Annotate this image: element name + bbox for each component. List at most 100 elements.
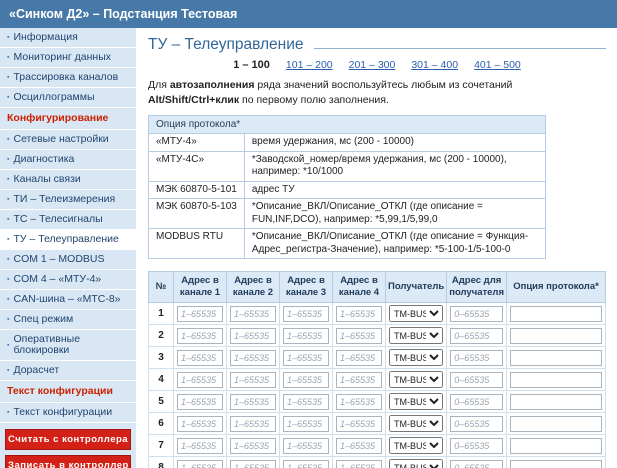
sidebar-item[interactable]: ▪ Мониторинг данных — [0, 48, 136, 69]
sidebar-section-header: Конфигурирование — [0, 108, 136, 131]
channel-4-address-input[interactable] — [336, 459, 382, 468]
read-from-controller-button[interactable]: Считать с контроллера — [5, 429, 131, 451]
channel-4-address-input[interactable] — [336, 393, 382, 410]
channel-1-address-input[interactable] — [177, 305, 223, 322]
pagination-link[interactable]: 301 – 400 — [411, 59, 458, 71]
sidebar-item[interactable]: ▪ Диагностика — [0, 150, 136, 171]
protocol-row: «МТУ-4» время удержания, мс (200 - 10000) — [148, 133, 547, 152]
protocol-option-input[interactable] — [510, 437, 602, 454]
channel-3-address-input[interactable] — [283, 349, 329, 366]
channel-4-address-input[interactable] — [336, 305, 382, 322]
recipient-address-input[interactable] — [450, 415, 504, 432]
channel-3-address-input[interactable] — [283, 437, 329, 454]
channel-2-address-input[interactable] — [230, 371, 276, 388]
sidebar-item-label: Информация — [13, 31, 78, 43]
recipient-address-input[interactable] — [450, 327, 504, 344]
channel-4-address-input[interactable] — [336, 371, 382, 388]
channel-2-address-input[interactable] — [230, 415, 276, 432]
protocol-option-input[interactable] — [510, 393, 602, 410]
channel-2-address-input[interactable] — [230, 349, 276, 366]
sidebar-item[interactable]: ▪ Каналы связи — [0, 170, 136, 191]
channel-3-address-input[interactable] — [283, 371, 329, 388]
sidebar-item[interactable]: ▪ Осциллограммы — [0, 88, 136, 109]
recipient-select[interactable]: ТМ-BUS — [389, 371, 444, 389]
channel-2-address-input[interactable] — [230, 437, 276, 454]
channel-4-address-input[interactable] — [336, 349, 382, 366]
recipient-address-input[interactable] — [450, 393, 504, 410]
protocol-option-input[interactable] — [510, 415, 602, 432]
recipient-address-input[interactable] — [450, 349, 504, 366]
protocol-option-input[interactable] — [510, 327, 602, 344]
recipient-select[interactable]: ТМ-BUS — [389, 349, 444, 367]
channel-3-address-input[interactable] — [283, 393, 329, 410]
column-header: Адрес в канале 1 — [173, 271, 227, 304]
channel-1-address-input[interactable] — [177, 371, 223, 388]
sidebar-item-label: ТУ – Телеуправление — [13, 233, 119, 246]
sidebar-item[interactable]: ▪ ТС – Телесигналы — [0, 210, 136, 231]
recipient-address-input[interactable] — [450, 371, 504, 388]
pagination-link[interactable]: 201 – 300 — [349, 59, 396, 71]
protocol-option-input[interactable] — [510, 459, 602, 468]
sidebar-item[interactable]: ▪ Сетевые настройки — [0, 130, 136, 151]
recipient-select[interactable]: ТМ-BUS — [389, 415, 444, 433]
protocol-option-input[interactable] — [510, 349, 602, 366]
autofill-hint: Для автозаполнения ряда значений восполь… — [148, 78, 588, 107]
sidebar-item[interactable]: ▪ CAN-шина – «МТС-8» — [0, 290, 136, 311]
channel-1-address-input[interactable] — [177, 327, 223, 344]
channel-1-address-input[interactable] — [177, 393, 223, 410]
recipient-select[interactable]: ТМ-BUS — [389, 459, 444, 468]
channel-2-address-input[interactable] — [230, 327, 276, 344]
channel-1-address-input[interactable] — [177, 459, 223, 468]
protocol-table-header: Опция протокола* — [148, 115, 546, 135]
sidebar-item[interactable]: ▪ ТИ – Телеизмерения — [0, 190, 136, 211]
page-title: ТУ – Телеуправление — [148, 36, 606, 54]
protocol-options-table: Опция протокола* «МТУ-4» время удержания,… — [148, 115, 547, 260]
sidebar-item[interactable]: ▪ ТУ – Телеуправление — [0, 230, 136, 251]
pagination: 1 – 100 101 – 200 201 – 300 301 – 400 401 – … — [148, 59, 606, 71]
protocol-row: MODBUS RTU *Описание_ВКЛ/Описание_ОТКЛ (г… — [148, 228, 547, 260]
protocol-option-input[interactable] — [510, 305, 602, 322]
channel-3-address-input[interactable] — [283, 415, 329, 432]
recipient-address-input[interactable] — [450, 437, 504, 454]
sidebar-item[interactable]: ▪ Информация — [0, 28, 136, 49]
pagination-link[interactable]: 101 – 200 — [286, 59, 333, 71]
channel-2-address-input[interactable] — [230, 393, 276, 410]
channel-3-address-input[interactable] — [283, 305, 329, 322]
sidebar-item[interactable]: ▪ Трассировка каналов — [0, 68, 136, 89]
channel-2-address-input[interactable] — [230, 459, 276, 468]
recipient-select[interactable]: ТМ-BUS — [389, 393, 444, 411]
channel-1-address-input[interactable] — [177, 415, 223, 432]
protocol-option-input[interactable] — [510, 371, 602, 388]
sidebar-item[interactable]: ▪ Текст конфигурации — [0, 403, 136, 424]
channel-1-address-input[interactable] — [177, 349, 223, 366]
hint-bold: автозаполнения — [169, 79, 255, 91]
sidebar-item[interactable]: ▪ COM 4 – «МТУ-4» — [0, 270, 136, 291]
pagination-link[interactable]: 401 – 500 — [474, 59, 521, 71]
channel-4-address-input[interactable] — [336, 327, 382, 344]
tu-address-table: № Адрес в канале 1 Адрес в канале 2 Адрес в… — [148, 271, 606, 468]
recipient-select[interactable]: ТМ-BUS — [389, 327, 444, 345]
page-title-text: ТУ – Телеуправление — [148, 36, 304, 53]
sidebar-item[interactable]: ▪ Оперативные блокировки — [0, 330, 136, 362]
write-to-controller-button[interactable]: Записать в контроллер — [5, 455, 131, 468]
pagination-current: 1 – 100 — [233, 59, 270, 71]
recipient-select[interactable]: ТМ-BUS — [389, 305, 444, 323]
channel-3-address-input[interactable] — [283, 327, 329, 344]
recipient-address-input[interactable] — [450, 459, 504, 468]
sidebar-item[interactable]: ▪ COM 1 – MODBUS — [0, 250, 136, 271]
sidebar-item[interactable]: ▪ Спец режим — [0, 310, 136, 331]
channel-4-address-input[interactable] — [336, 437, 382, 454]
channel-4-address-input[interactable] — [336, 415, 382, 432]
sidebar-item-label: ТС – Телесигналы — [13, 213, 103, 226]
recipient-select[interactable]: ТМ-BUS — [389, 437, 444, 455]
channel-3-address-input[interactable] — [283, 459, 329, 468]
sidebar-item-label: Трассировка каналов — [13, 71, 119, 84]
channel-1-address-input[interactable] — [177, 437, 223, 454]
hint-text: ряда значений воспользуйтесь любым из со… — [254, 79, 513, 91]
sidebar-item[interactable]: ▪ Дорасчет — [0, 361, 136, 382]
channel-2-address-input[interactable] — [230, 305, 276, 322]
protocol-name: «МТУ-4» — [148, 133, 245, 152]
sidebar-item-label: CAN-шина – «МТС-8» — [13, 293, 121, 306]
sidebar-item-label: Мониторинг данных — [13, 51, 111, 64]
recipient-address-input[interactable] — [450, 305, 504, 322]
